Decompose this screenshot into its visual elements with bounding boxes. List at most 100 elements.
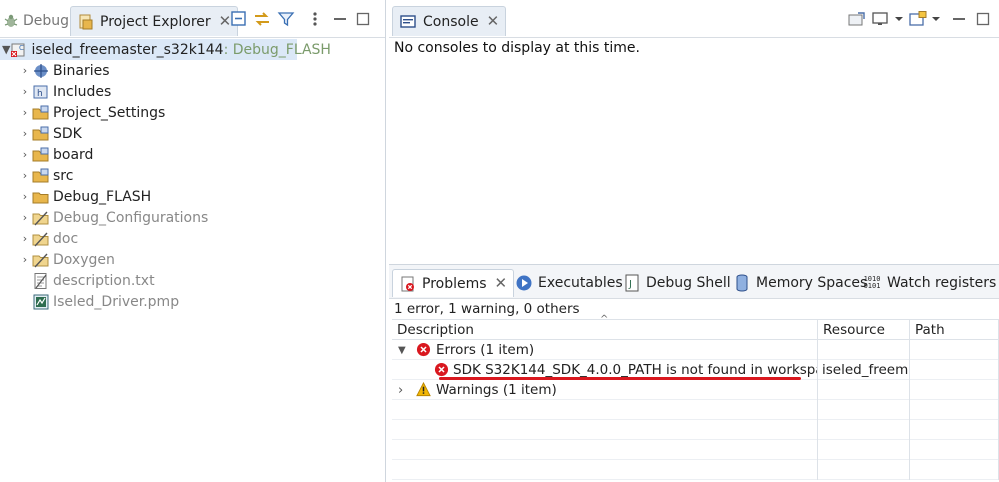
chevron-right-icon[interactable]: › [398,383,412,398]
tab-debug-shell[interactable]: J Debug Shell [623,269,731,297]
close-icon[interactable]: ✕ [487,14,500,29]
column-header-path[interactable]: Path [910,320,999,340]
display-console-icon[interactable] [871,9,891,29]
tab-problems-label: Problems [422,275,487,292]
tab-memory-spaces[interactable]: Memory Spaces [733,269,867,297]
excluded-folder-icon [32,251,50,269]
chevron-down-icon[interactable] [889,9,909,29]
tree-item-label: description.txt [53,272,155,289]
problems-tabbar: Problems ✕ Executables J Debug Shell Mem… [389,265,999,299]
tree-item-sdk[interactable]: › SDK [18,123,82,144]
console-empty-message: No consoles to display at this time. [394,40,640,56]
cell-description [392,400,818,420]
tree-item-iseled-driver-pmp[interactable]: Iseled_Driver.pmp [32,291,179,312]
tree-item-includes[interactable]: › h Includes [18,81,111,102]
tree-item-project-settings[interactable]: › Project_Settings [18,102,166,123]
column-header-resource[interactable]: Resource [818,320,910,340]
tab-debug-label: Debug [23,13,70,29]
console-tabbar: Console ✕ [389,0,999,38]
chevron-right-icon[interactable]: › [18,85,32,98]
chevron-right-icon[interactable]: › [18,190,32,203]
pmp-file-icon [32,293,50,311]
minimize-icon[interactable] [949,9,969,29]
folder-icon [32,188,50,206]
chevron-right-icon[interactable]: › [18,148,32,161]
tab-project-explorer[interactable]: Project Explorer ✕ [70,6,239,36]
error-icon [416,342,432,358]
cell-path [910,460,999,480]
chevron-right-icon[interactable]: › [18,64,32,77]
chevron-right-icon[interactable]: › [18,232,32,245]
open-console-icon[interactable] [908,9,928,29]
maximize-icon[interactable] [973,9,993,29]
cell-description: ▼ Errors (1 item) [392,340,818,360]
tree-item-debug-flash[interactable]: › Debug_FLASH [18,186,151,207]
cell-path [910,360,999,380]
error-icon [434,362,449,378]
tree-item-doc[interactable]: › doc [18,228,78,249]
chevron-down-icon[interactable]: ▼ [2,43,10,56]
tab-problems[interactable]: Problems ✕ [392,269,515,297]
chevron-right-icon[interactable]: › [18,253,32,266]
view-menu-icon[interactable] [305,9,325,29]
table-row-empty [392,420,999,440]
tree-item-debug-configurations[interactable]: › Debug_Configurations [18,207,208,228]
project-icon: C [10,41,28,59]
tree-item-label: board [53,146,94,163]
column-header-description[interactable]: Description ^ [392,314,818,340]
collapse-all-icon[interactable] [229,9,249,29]
tree-item-label: Doxygen [53,251,115,268]
chevron-down-icon[interactable]: ▼ [398,345,412,356]
cell-description [392,420,818,440]
cell-resource: iseled_freem... [818,360,910,380]
chevron-down-icon[interactable] [926,9,946,29]
binary-register-icon: 1010 0101 [862,274,882,292]
link-with-editor-icon[interactable] [252,9,272,29]
problems-pane: Problems ✕ Executables J Debug Shell Mem… [389,264,999,482]
error-description: SDK S32K144_SDK_4.0.0_PATH is not found … [453,362,818,378]
tree-root-project[interactable]: ▼ C iseled_freemaster_s32k144: Debug_FLA… [0,39,331,60]
table-row-errors-group[interactable]: ▼ Errors (1 item) [392,340,999,360]
tab-console[interactable]: Console ✕ [392,6,507,36]
tree-item-board[interactable]: › board [18,144,94,165]
console-icon [399,13,417,31]
minimize-icon[interactable] [330,9,350,29]
left-tabbar: Debug Project Explorer ✕ [0,0,385,38]
warning-icon [416,382,432,398]
chevron-right-icon[interactable]: › [18,106,32,119]
binaries-icon [32,62,50,80]
folder-icon [32,104,50,122]
chevron-right-icon[interactable]: › [18,211,32,224]
cell-resource [818,340,910,360]
debug-shell-icon: J [623,274,641,292]
tree-item-src[interactable]: › src [18,165,74,186]
tab-watch-registers[interactable]: 1010 0101 Watch registers [862,269,997,297]
close-icon[interactable]: ✕ [495,276,508,291]
chevron-right-icon[interactable]: › [18,127,32,140]
column-header-label: Path [915,321,945,338]
tree-item-description-txt[interactable]: description.txt [32,270,155,291]
cell-resource [818,440,910,460]
includes-icon: h [32,83,50,101]
pin-console-icon[interactable] [847,9,867,29]
table-row-empty [392,400,999,420]
tree-item-label: src [53,167,74,184]
memory-icon [733,274,751,292]
error-resource: iseled_freem... [822,362,909,378]
svg-text:J: J [628,279,632,290]
svg-text:h: h [37,89,43,99]
tab-debug[interactable]: Debug [2,6,69,36]
tree-item-doxygen[interactable]: › Doxygen [18,249,115,270]
cell-resource [818,380,910,400]
tree-item-binaries[interactable]: › Binaries [18,60,110,81]
maximize-icon[interactable] [353,9,373,29]
problems-summary: 1 error, 1 warning, 0 others [394,301,580,317]
cell-path [910,440,999,460]
tab-executables[interactable]: Executables [515,269,623,297]
table-row-empty [392,460,999,480]
tab-debug-shell-label: Debug Shell [646,275,731,291]
filter-icon[interactable] [276,9,296,29]
chevron-right-icon[interactable]: › [18,169,32,182]
executables-icon [515,274,533,292]
table-row-warnings-group[interactable]: › Warnings (1 item) [392,380,999,400]
